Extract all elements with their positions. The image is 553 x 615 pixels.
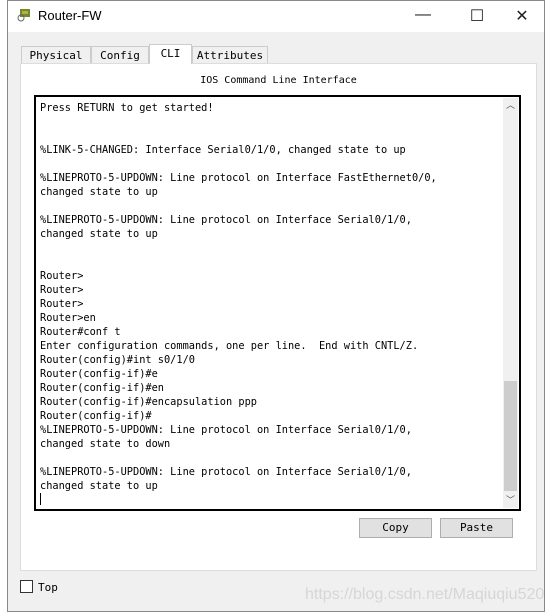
- scroll-up-icon[interactable]: ︿: [503, 98, 518, 113]
- terminal-line: %LINEPROTO-5-UPDOWN: Line protocol on In…: [40, 172, 437, 184]
- terminal-line: Router>: [40, 298, 84, 310]
- terminal-line: Router>en: [40, 312, 96, 324]
- terminal-line: %LINEPROTO-5-UPDOWN: Line protocol on In…: [40, 466, 412, 478]
- terminal-line: Router(config-if)#encapsulation ppp: [40, 396, 257, 408]
- terminal-line: Router(config-if)#: [40, 410, 152, 422]
- tab-attributes[interactable]: Attributes: [192, 46, 268, 63]
- top-label: Top: [38, 581, 58, 594]
- copy-button[interactable]: Copy: [359, 518, 432, 538]
- terminal-line: Enter configuration commands, one per li…: [40, 340, 419, 352]
- tab-physical[interactable]: Physical: [21, 46, 91, 63]
- terminal-line: %LINK-5-CHANGED: Interface Serial0/1/0, …: [40, 144, 406, 156]
- terminal-console[interactable]: Press RETURN to get started! %LINK-5-CHAN…: [34, 95, 521, 511]
- terminal-line: Router#conf t: [40, 326, 121, 338]
- scroll-down-icon[interactable]: ﹀: [503, 493, 518, 508]
- terminal-line: Router>: [40, 270, 84, 282]
- window-title: Router-FW: [38, 8, 102, 23]
- scrollbar-thumb[interactable]: [504, 381, 517, 491]
- router-window: Router-FW — ☐ ✕ Physical Config CLI Attr…: [7, 0, 545, 612]
- top-checkbox[interactable]: Top: [20, 580, 58, 594]
- terminal-line: changed state to down: [40, 438, 171, 450]
- close-button[interactable]: ✕: [507, 6, 537, 26]
- terminal-scrollbar[interactable]: ︿ ﹀: [503, 98, 518, 508]
- terminal-line: changed state to up: [40, 480, 158, 492]
- text-cursor: [40, 493, 41, 505]
- terminal-line: Router>: [40, 284, 84, 296]
- terminal-line: Router(config-if)#en: [40, 382, 164, 394]
- paste-button[interactable]: Paste: [440, 518, 513, 538]
- terminal-line: %LINEPROTO-5-UPDOWN: Line protocol on In…: [40, 424, 412, 436]
- terminal-line: Press RETURN to get started!: [40, 102, 214, 114]
- terminal-line: changed state to up: [40, 186, 158, 198]
- maximize-button[interactable]: ☐: [462, 6, 492, 26]
- cli-panel: IOS Command Line Interface Press RETURN …: [20, 63, 537, 571]
- terminal-line: Router(config-if)#e: [40, 368, 158, 380]
- tab-cli[interactable]: CLI: [149, 44, 192, 64]
- watermark: https://blog.csdn.net/Maqiuqiu520: [305, 586, 545, 603]
- checkbox-icon[interactable]: [20, 580, 33, 593]
- terminal-line: Router(config)#int s0/1/0: [40, 354, 195, 366]
- terminal-line: changed state to up: [40, 228, 158, 240]
- title-bar[interactable]: Router-FW — ☐ ✕: [8, 1, 544, 32]
- panel-heading: IOS Command Line Interface: [200, 75, 357, 86]
- minimize-button[interactable]: —: [408, 6, 438, 26]
- tab-config[interactable]: Config: [91, 46, 149, 63]
- router-app-icon: [17, 9, 30, 22]
- terminal-line: %LINEPROTO-5-UPDOWN: Line protocol on In…: [40, 214, 412, 226]
- terminal-output: Press RETURN to get started! %LINK-5-CHAN…: [40, 101, 437, 507]
